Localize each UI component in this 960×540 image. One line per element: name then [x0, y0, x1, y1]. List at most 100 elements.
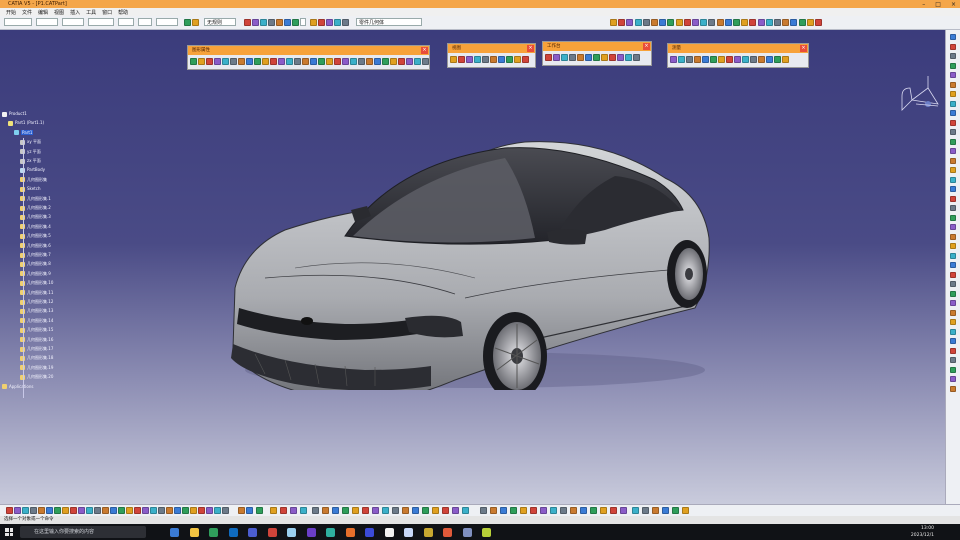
- close-icon[interactable]: ×: [421, 47, 428, 54]
- toolbar-tool-icon[interactable]: [310, 19, 317, 26]
- toolbar-tool-icon[interactable]: [617, 54, 624, 61]
- toolbar-tool-icon[interactable]: [716, 19, 724, 26]
- toolbar-tool-icon[interactable]: [390, 58, 397, 65]
- body-combo[interactable]: 零件几何体: [356, 18, 422, 26]
- lineweight-combo[interactable]: [88, 18, 114, 26]
- tree-node[interactable]: 几何图形集.15: [20, 326, 53, 333]
- toolbar-tool-icon[interactable]: [950, 81, 956, 88]
- windows-start-icon[interactable]: [5, 528, 13, 536]
- menu-file[interactable]: 文件: [22, 9, 32, 16]
- toolbar-tool-icon[interactable]: [950, 129, 956, 135]
- toolbar-tool-icon[interactable]: [358, 58, 365, 65]
- tree-node[interactable]: 几何图形集.12: [20, 298, 53, 305]
- toolbar-tool-icon[interactable]: [352, 507, 359, 514]
- toolbar-tool-icon[interactable]: [710, 56, 717, 63]
- toolbar-tool-icon[interactable]: [659, 19, 667, 26]
- toolbar-tool-icon[interactable]: [950, 138, 956, 145]
- toolbar-tool-icon[interactable]: [260, 19, 267, 26]
- toolbar-tool-icon[interactable]: [290, 507, 297, 514]
- toolbar-tool-icon[interactable]: [284, 19, 291, 26]
- toolbar-tool-icon[interactable]: [670, 56, 677, 63]
- toolbar-tool-icon[interactable]: [126, 507, 133, 514]
- toolbar-tool-icon[interactable]: [466, 56, 473, 63]
- tree-node[interactable]: Applications: [2, 383, 33, 390]
- toolbar-tool-icon[interactable]: [302, 58, 309, 65]
- toolbar-tool-icon[interactable]: [334, 19, 341, 26]
- toolbar-tool-icon[interactable]: [678, 56, 685, 63]
- tree-node[interactable]: 几何图形集.20: [20, 373, 53, 380]
- 3d-viewport[interactable]: 图形属性 × 视图 × 工作台 × 测量 × Product1 Part1 (Part1.…: [0, 30, 945, 504]
- toolbar-tool-icon[interactable]: [46, 507, 53, 514]
- toolbar-tool-icon[interactable]: [206, 507, 213, 514]
- toolbar-tool-icon[interactable]: [300, 507, 307, 514]
- toolbar-tool-icon[interactable]: [585, 54, 592, 61]
- toolbar-tool-icon[interactable]: [158, 507, 165, 514]
- toolbar-tool-icon[interactable]: [632, 507, 639, 514]
- taskbar-app-icon[interactable]: [365, 528, 374, 537]
- toolbar-tool-icon[interactable]: [593, 54, 600, 61]
- toolbar-tool-icon[interactable]: [506, 56, 513, 63]
- toolbar-tool-icon[interactable]: [230, 58, 237, 65]
- toolbar-tool-icon[interactable]: [708, 19, 716, 26]
- toolbar-tool-icon[interactable]: [950, 148, 956, 154]
- tree-node[interactable]: 几何图形集.18: [20, 354, 53, 361]
- toolbar-tool-icon[interactable]: [662, 507, 669, 514]
- toolbar-tool-icon[interactable]: [134, 507, 141, 514]
- tree-node[interactable]: 几何图形集: [20, 176, 47, 183]
- toolbar-tool-icon[interactable]: [950, 319, 956, 325]
- toolbar-tool-icon[interactable]: [620, 507, 627, 514]
- taskbar-app-icon[interactable]: [248, 528, 257, 537]
- toolbar-tool-icon[interactable]: [342, 507, 349, 514]
- toolbar-tool-icon[interactable]: [270, 58, 277, 65]
- toolbar-tool-icon[interactable]: [540, 507, 547, 514]
- toolbar-tool-icon[interactable]: [950, 91, 956, 97]
- toolbar-tool-icon[interactable]: [214, 507, 221, 514]
- toolbar-tool-icon[interactable]: [950, 205, 956, 211]
- toolbar-tool-icon[interactable]: [950, 309, 956, 316]
- toolbar-tool-icon[interactable]: [150, 507, 157, 514]
- toolbar-tool-icon[interactable]: [286, 58, 293, 65]
- toolbar-tool-icon[interactable]: [342, 19, 349, 26]
- menu-window[interactable]: 窗口: [102, 9, 112, 16]
- toolbar-tool-icon[interactable]: [950, 176, 956, 183]
- toolbar-tool-icon[interactable]: [642, 19, 650, 26]
- toolbar-tool-icon[interactable]: [560, 507, 567, 514]
- toolbar-tool-icon[interactable]: [609, 54, 616, 61]
- toolbar-tool-icon[interactable]: [950, 233, 956, 240]
- toolbar-tool-icon[interactable]: [38, 507, 45, 514]
- tree-node[interactable]: 几何图形集.5: [20, 232, 51, 239]
- toolbar-tool-icon[interactable]: [610, 19, 617, 26]
- toolbar-tool-icon[interactable]: [683, 19, 691, 26]
- toolbar-tool-icon[interactable]: [30, 507, 37, 514]
- toolbar-tool-icon[interactable]: [406, 58, 413, 65]
- toolbar-tool-icon[interactable]: [334, 58, 341, 65]
- point-combo[interactable]: [118, 18, 134, 26]
- toolbar-tool-icon[interactable]: [86, 507, 93, 514]
- toolbar-tool-icon[interactable]: [246, 507, 253, 514]
- tree-node[interactable]: 几何图形集.2: [20, 204, 51, 211]
- tree-node[interactable]: 几何图形集.13: [20, 307, 53, 314]
- toolbar-tool-icon[interactable]: [500, 507, 507, 514]
- toolbar-tool-icon[interactable]: [94, 507, 101, 514]
- tree-root[interactable]: Product1: [2, 110, 27, 117]
- toolbar-tool-icon[interactable]: [672, 507, 679, 514]
- taskbar-app-icon[interactable]: [423, 528, 433, 537]
- toolbar-tool-icon[interactable]: [190, 58, 197, 65]
- menu-tools[interactable]: 工具: [86, 9, 96, 16]
- toolbar-tool-icon[interactable]: [374, 58, 381, 65]
- toolbar-tool-icon[interactable]: [520, 507, 527, 514]
- toolbar-tool-icon[interactable]: [414, 58, 421, 65]
- toolbar-tool-icon[interactable]: [950, 195, 956, 202]
- toolbar-tool-icon[interactable]: [432, 507, 439, 514]
- toolbar-tool-icon[interactable]: [765, 19, 773, 26]
- toolbar-tool-icon[interactable]: [318, 58, 325, 65]
- toolbar-tool-icon[interactable]: [474, 56, 481, 63]
- taskbar-app-icon[interactable]: [326, 528, 335, 537]
- toolbar-tool-icon[interactable]: [766, 56, 773, 63]
- toolbar-tool-icon[interactable]: [734, 56, 741, 63]
- toolbar-tool-icon[interactable]: [382, 507, 389, 514]
- toolbar-tool-icon[interactable]: [276, 19, 283, 26]
- tree-node[interactable]: 几何图形集.8: [20, 260, 51, 267]
- toolbar-tool-icon[interactable]: [318, 19, 325, 26]
- taskbar-app-icon[interactable]: [482, 528, 491, 537]
